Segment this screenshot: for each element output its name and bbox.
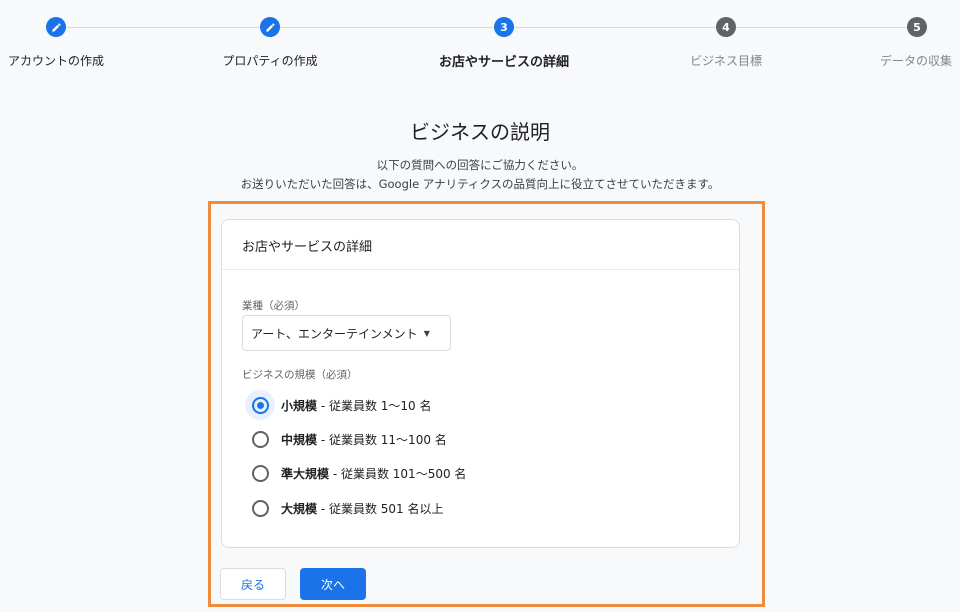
radio-focus-halo — [245, 390, 275, 420]
size-option-name: 大規模 — [281, 501, 318, 516]
page-title: ビジネスの説明 — [410, 120, 550, 144]
subtitle-line-1: 以下の質問への回答にご協力ください。 — [376, 158, 584, 172]
size-option-detail: - 従業員数 101〜500 名 — [329, 466, 467, 481]
back-button[interactable]: 戻る — [220, 568, 286, 600]
step-1-done-pencil-icon — [46, 17, 66, 37]
radio-button[interactable] — [251, 464, 269, 482]
size-option-label: 大規模 - 従業員数 501 名以上 — [281, 500, 444, 517]
step-5-number: 5 — [907, 17, 927, 37]
size-option-name: 準大規模 — [281, 466, 330, 481]
step-connector — [514, 27, 716, 28]
size-option-label: 中規模 - 従業員数 11〜100 名 — [281, 431, 447, 448]
size-option-name: 中規模 — [281, 432, 318, 447]
step-2-label: プロパティの作成 — [222, 54, 318, 68]
step-connector — [66, 27, 260, 28]
size-option-detail: - 従業員数 1〜10 名 — [317, 398, 432, 413]
business-details-card: お店やサービスの詳細 業種（必須） アート、エンターテインメント ▼ ビジネスの… — [221, 219, 740, 548]
step-4-number: 4 — [716, 17, 736, 37]
setup-stepper: 3 4 5 アカウントの作成 プロパティの作成 お店やサービスの詳細 ビジネス目… — [0, 0, 960, 80]
size-option-detail: - 従業員数 11〜100 名 — [317, 432, 447, 447]
step-3-label: お店やサービスの詳細 — [438, 55, 570, 70]
size-option-mid-large[interactable]: 準大規模 - 従業員数 101〜500 名 — [246, 458, 466, 488]
radio-button[interactable] — [251, 430, 269, 448]
size-option-label: 準大規模 - 従業員数 101〜500 名 — [281, 465, 466, 482]
size-option-label: 小規模 - 従業員数 1〜10 名 — [281, 397, 432, 414]
industry-label: 業種（必須） — [242, 300, 305, 312]
step-connector — [280, 27, 494, 28]
dropdown-arrow-icon: ▼ — [423, 328, 430, 338]
size-option-detail: - 従業員数 501 名以上 — [317, 501, 444, 516]
step-5-label: データの収集 — [879, 54, 953, 68]
size-option-large[interactable]: 大規模 - 従業員数 501 名以上 — [246, 493, 444, 523]
step-2-done-pencil-icon — [260, 17, 280, 37]
step-4-label: ビジネス目標 — [689, 54, 763, 68]
step-connector — [736, 27, 908, 28]
radio-button-checked[interactable] — [251, 396, 269, 414]
radio-button[interactable] — [251, 499, 269, 517]
size-option-name: 小規模 — [281, 398, 318, 413]
card-header: お店やサービスの詳細 — [222, 220, 739, 270]
industry-select[interactable]: アート、エンターテインメント ▼ — [242, 315, 451, 351]
radio-wrap — [245, 493, 275, 523]
radio-wrap — [245, 458, 275, 488]
size-option-medium[interactable]: 中規模 - 従業員数 11〜100 名 — [246, 424, 447, 454]
subtitle-line-2: お送りいただいた回答は、Google アナリティクスの品質向上に役立てさせていた… — [240, 177, 720, 191]
size-option-small[interactable]: 小規模 - 従業員数 1〜10 名 — [245, 390, 432, 420]
step-1-label: アカウントの作成 — [7, 54, 105, 68]
next-button[interactable]: 次へ — [300, 568, 366, 600]
step-3-number: 3 — [494, 17, 514, 37]
industry-selected-value: アート、エンターテインメント — [251, 326, 418, 341]
business-size-label: ビジネスの規模（必須） — [242, 369, 358, 381]
radio-wrap — [245, 424, 275, 454]
